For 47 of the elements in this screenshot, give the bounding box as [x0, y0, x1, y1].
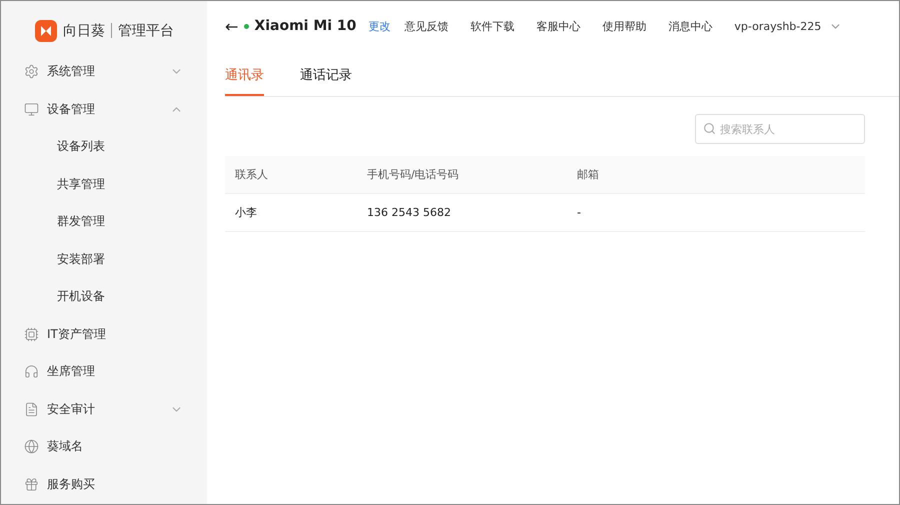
sidebar-item[interactable]: 坐席管理	[1, 353, 207, 390]
top-link[interactable]: 客服中心	[536, 18, 580, 34]
top-link[interactable]: 消息中心	[668, 18, 712, 34]
sidebar-item-label: 安全审计	[47, 400, 96, 418]
sidebar-item-label: 设备管理	[47, 100, 96, 118]
settings-icon	[24, 64, 39, 80]
device-name: Xiaomi Mi 10	[254, 18, 356, 34]
sidebar-subitem[interactable]: 开机设备	[1, 278, 207, 316]
sidebar-subitem[interactable]: 安装部署	[1, 240, 207, 278]
sidebar-item[interactable]: IT资产管理	[1, 316, 207, 353]
sidebar-item-label: IT资产管理	[47, 326, 107, 343]
chip-icon	[24, 326, 39, 342]
sidebar-subitem[interactable]: 共享管理	[1, 166, 207, 203]
sidebar-item[interactable]: 设备管理	[1, 90, 207, 128]
table-cell-text: 小李	[235, 205, 258, 220]
sidebar-subitem[interactable]: 设备列表	[1, 128, 207, 166]
sidebar-item-label: 葵域名	[47, 438, 84, 456]
sidebar-item-label: 系统管理	[47, 63, 96, 80]
account-name[interactable]: vp-orayshb-225	[734, 20, 822, 32]
rename-link[interactable]: 更改	[368, 18, 390, 34]
column-header: 联系人	[235, 167, 269, 182]
logo-icon	[35, 20, 57, 42]
sidebar-item[interactable]: 系统管理	[1, 53, 207, 90]
sidebar-item-label: 坐席管理	[47, 363, 96, 380]
gift-icon	[24, 476, 39, 492]
table-cell-text: 136 2543 5682	[367, 206, 452, 219]
sidebar-item[interactable]: 安全审计	[1, 390, 207, 428]
top-link[interactable]: 使用帮助	[602, 18, 646, 34]
sidebar-item-label: 服务购买	[47, 476, 96, 493]
column-header: 手机号码/电话号码	[367, 167, 460, 182]
search-icon	[703, 122, 716, 135]
globe-icon	[24, 439, 39, 454]
top-link[interactable]: 意见反馈	[404, 18, 448, 34]
table-cell-text: -	[577, 206, 582, 219]
search-field[interactable]: 搜索联系人	[695, 114, 865, 144]
column-header: 邮箱	[577, 167, 600, 182]
headset-icon	[24, 364, 39, 380]
tab[interactable]: 通话记录	[300, 66, 352, 96]
back-arrow[interactable]: ←	[225, 16, 238, 36]
sidebar-subitem[interactable]: 群发管理	[1, 203, 207, 240]
top-link[interactable]: 软件下载	[470, 18, 514, 34]
sidebar-item[interactable]: 葵域名	[1, 428, 207, 466]
brand-name: 向日葵	[63, 22, 105, 40]
sidebar-item[interactable]: 服务购买	[1, 466, 207, 503]
monitor-icon	[24, 102, 39, 117]
product-name: 管理平台	[118, 22, 174, 40]
document-icon	[24, 402, 39, 417]
